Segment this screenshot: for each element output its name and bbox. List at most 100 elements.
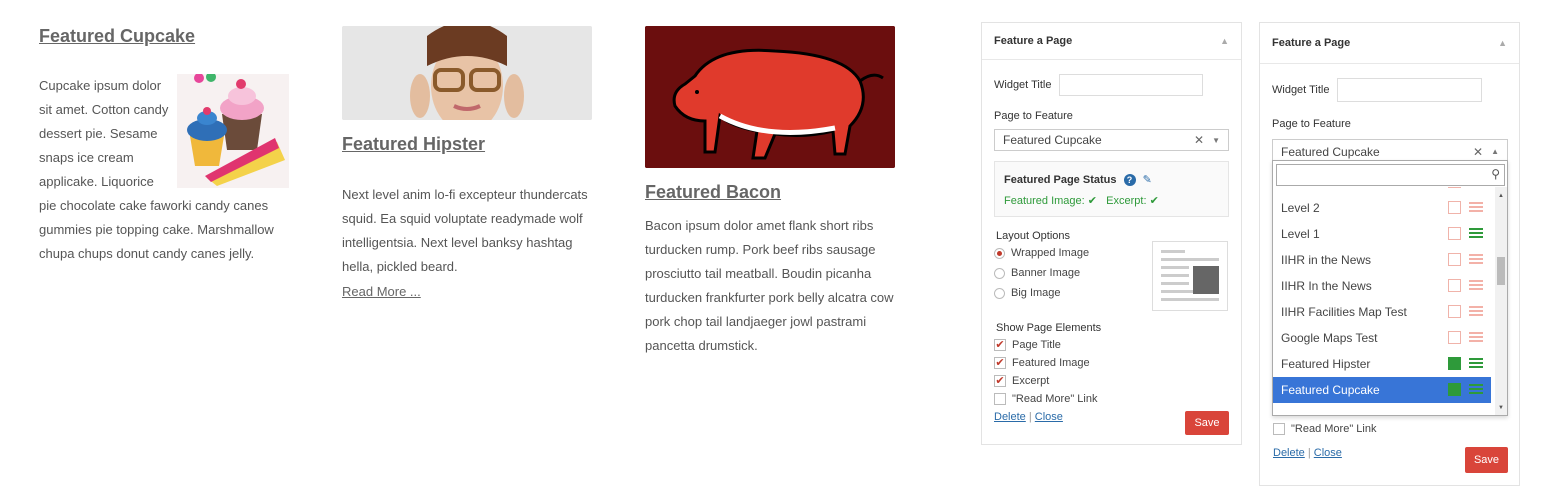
image-status-icon (1448, 227, 1461, 240)
layout-option-wrapped[interactable]: Wrapped Image (994, 247, 1089, 259)
page-select[interactable]: Featured Cupcake ✕ ▼ (994, 129, 1229, 151)
element-read-more[interactable]: "Read More" Link (1273, 423, 1377, 436)
widget-title-input[interactable] (1059, 74, 1203, 96)
image-status-icon (1448, 201, 1461, 214)
dropdown-scrollbar[interactable]: ▲ ▼ (1495, 187, 1507, 415)
checkbox-checked[interactable]: ✔ (994, 375, 1006, 388)
post-title-cupcake[interactable]: Featured Cupcake (39, 26, 195, 47)
layout-options-label: Layout Options (996, 230, 1070, 242)
page-dropdown: ⚲ Level 3 Level 2 Level 1 IIHR in the News I… (1272, 160, 1508, 416)
save-button[interactable]: Save (1465, 447, 1508, 473)
post-title-hipster[interactable]: Featured Hipster (342, 134, 485, 155)
dropdown-option-label: Level 2 (1281, 201, 1320, 215)
clear-icon[interactable]: ✕ (1194, 133, 1204, 147)
widget-header[interactable]: Feature a Page ▲ (1260, 23, 1519, 64)
element-excerpt[interactable]: ✔ Excerpt (994, 375, 1050, 388)
excerpt-status-icon (1469, 187, 1483, 188)
checkbox[interactable] (1273, 423, 1285, 436)
excerpt-status-label: Excerpt: (1106, 195, 1147, 207)
dropdown-option-label: Google Maps Test (1281, 331, 1378, 345)
dropdown-option-label: Level 1 (1281, 227, 1320, 241)
checkbox[interactable] (994, 393, 1006, 406)
element-label: Excerpt (1012, 375, 1050, 387)
save-button[interactable]: Save (1185, 411, 1229, 435)
dropdown-list[interactable]: Level 3 Level 2 Level 1 IIHR in the News IIH… (1273, 187, 1495, 415)
radio-selected[interactable] (994, 247, 1005, 259)
excerpt-status-icon (1469, 254, 1483, 266)
excerpt-status-icon (1469, 228, 1483, 240)
read-more-link[interactable]: Read More ... (342, 284, 421, 299)
dropdown-search-input[interactable]: ⚲ (1276, 164, 1505, 186)
image-status-icon (1448, 253, 1461, 266)
page-select-value: Featured Cupcake (1281, 144, 1380, 159)
check-icon: ✔ (1087, 195, 1097, 207)
featured-image-status-label: Featured Image: (1004, 195, 1085, 207)
edit-pencil-icon[interactable]: ✎ (1143, 174, 1152, 186)
dropdown-option[interactable]: Level 2 (1273, 195, 1491, 221)
layout-option-banner[interactable]: Banner Image (994, 267, 1080, 279)
element-label: Page Title (1012, 339, 1061, 351)
page-to-feature-label: Page to Feature (994, 110, 1073, 122)
dropdown-option[interactable]: Level 1 (1273, 221, 1491, 247)
element-label: Featured Image (1012, 357, 1090, 369)
radio[interactable] (994, 267, 1005, 279)
close-link[interactable]: Close (1314, 447, 1342, 459)
element-label: "Read More" Link (1291, 423, 1377, 435)
chevron-up-icon[interactable]: ▲ (1491, 147, 1499, 156)
widget-title-label: Widget Title (1272, 84, 1330, 96)
collapse-arrow-icon[interactable]: ▲ (1220, 36, 1229, 46)
checkbox-checked[interactable]: ✔ (994, 357, 1006, 370)
dropdown-option-label: Featured Cupcake (1281, 383, 1380, 397)
checkbox-checked[interactable]: ✔ (994, 339, 1006, 352)
post-title-bacon[interactable]: Featured Bacon (645, 182, 781, 203)
element-page-title[interactable]: ✔ Page Title (994, 339, 1061, 352)
widget-title-label: Widget Title (994, 79, 1052, 91)
dropdown-option[interactable]: Level 3 (1273, 187, 1491, 195)
collapse-arrow-icon[interactable]: ▲ (1498, 38, 1507, 48)
scrollbar-thumb[interactable] (1497, 257, 1505, 285)
dropdown-option[interactable]: IIHR In the News (1273, 273, 1491, 299)
clear-icon[interactable]: ✕ (1473, 145, 1483, 159)
image-status-icon (1448, 331, 1461, 344)
show-page-elements-label: Show Page Elements (996, 322, 1102, 334)
scroll-up-icon[interactable]: ▲ (1498, 193, 1504, 199)
dropdown-option[interactable]: IIHR in the News (1273, 247, 1491, 273)
excerpt-status-icon (1469, 332, 1483, 344)
excerpt-status-icon (1469, 384, 1483, 396)
chevron-down-icon[interactable]: ▼ (1212, 136, 1220, 145)
dropdown-option[interactable]: Featured Hipster (1273, 351, 1491, 377)
dropdown-option[interactable]: Featured Cupcake (1273, 377, 1491, 403)
dropdown-option-label: Level 3 (1281, 187, 1320, 189)
image-status-icon (1448, 305, 1461, 318)
image-status-icon (1448, 187, 1461, 188)
close-link[interactable]: Close (1035, 411, 1063, 423)
image-status-icon (1448, 279, 1461, 292)
widget-header[interactable]: Feature a Page ▲ (982, 23, 1241, 60)
pig-image (645, 26, 895, 168)
element-label: "Read More" Link (1012, 393, 1098, 405)
search-icon: ⚲ (1491, 167, 1500, 181)
layout-option-label: Wrapped Image (1011, 247, 1090, 259)
delete-link[interactable]: Delete (994, 411, 1026, 423)
element-featured-image[interactable]: ✔ Featured Image (994, 357, 1090, 370)
page-select-value: Featured Cupcake (1003, 133, 1102, 147)
check-icon: ✔ (1149, 195, 1159, 207)
radio[interactable] (994, 287, 1005, 299)
dropdown-option[interactable]: IIHR Facilities Map Test (1273, 299, 1491, 325)
image-status-icon (1448, 357, 1461, 370)
layout-option-label: Big Image (1011, 287, 1061, 299)
help-icon[interactable]: ? (1123, 174, 1136, 186)
delete-link[interactable]: Delete (1273, 447, 1305, 459)
dropdown-option-label: IIHR in the News (1281, 253, 1372, 267)
widget-title-input[interactable] (1337, 78, 1482, 102)
hipster-image (342, 26, 592, 120)
element-read-more[interactable]: "Read More" Link (994, 393, 1098, 406)
image-status-icon (1448, 383, 1461, 396)
layout-option-big[interactable]: Big Image (994, 287, 1061, 299)
scroll-down-icon[interactable]: ▼ (1498, 405, 1504, 411)
post-text-cupcake: Cupcake ipsum dolor sit amet. Cotton can… (39, 74, 291, 266)
feature-page-widget-1: Feature a Page ▲ Widget Title Page to Fe… (981, 22, 1242, 445)
dropdown-option-label: IIHR Facilities Map Test (1281, 305, 1407, 319)
dropdown-option-label: Featured Hipster (1281, 357, 1371, 371)
dropdown-option[interactable]: Google Maps Test (1273, 325, 1491, 351)
